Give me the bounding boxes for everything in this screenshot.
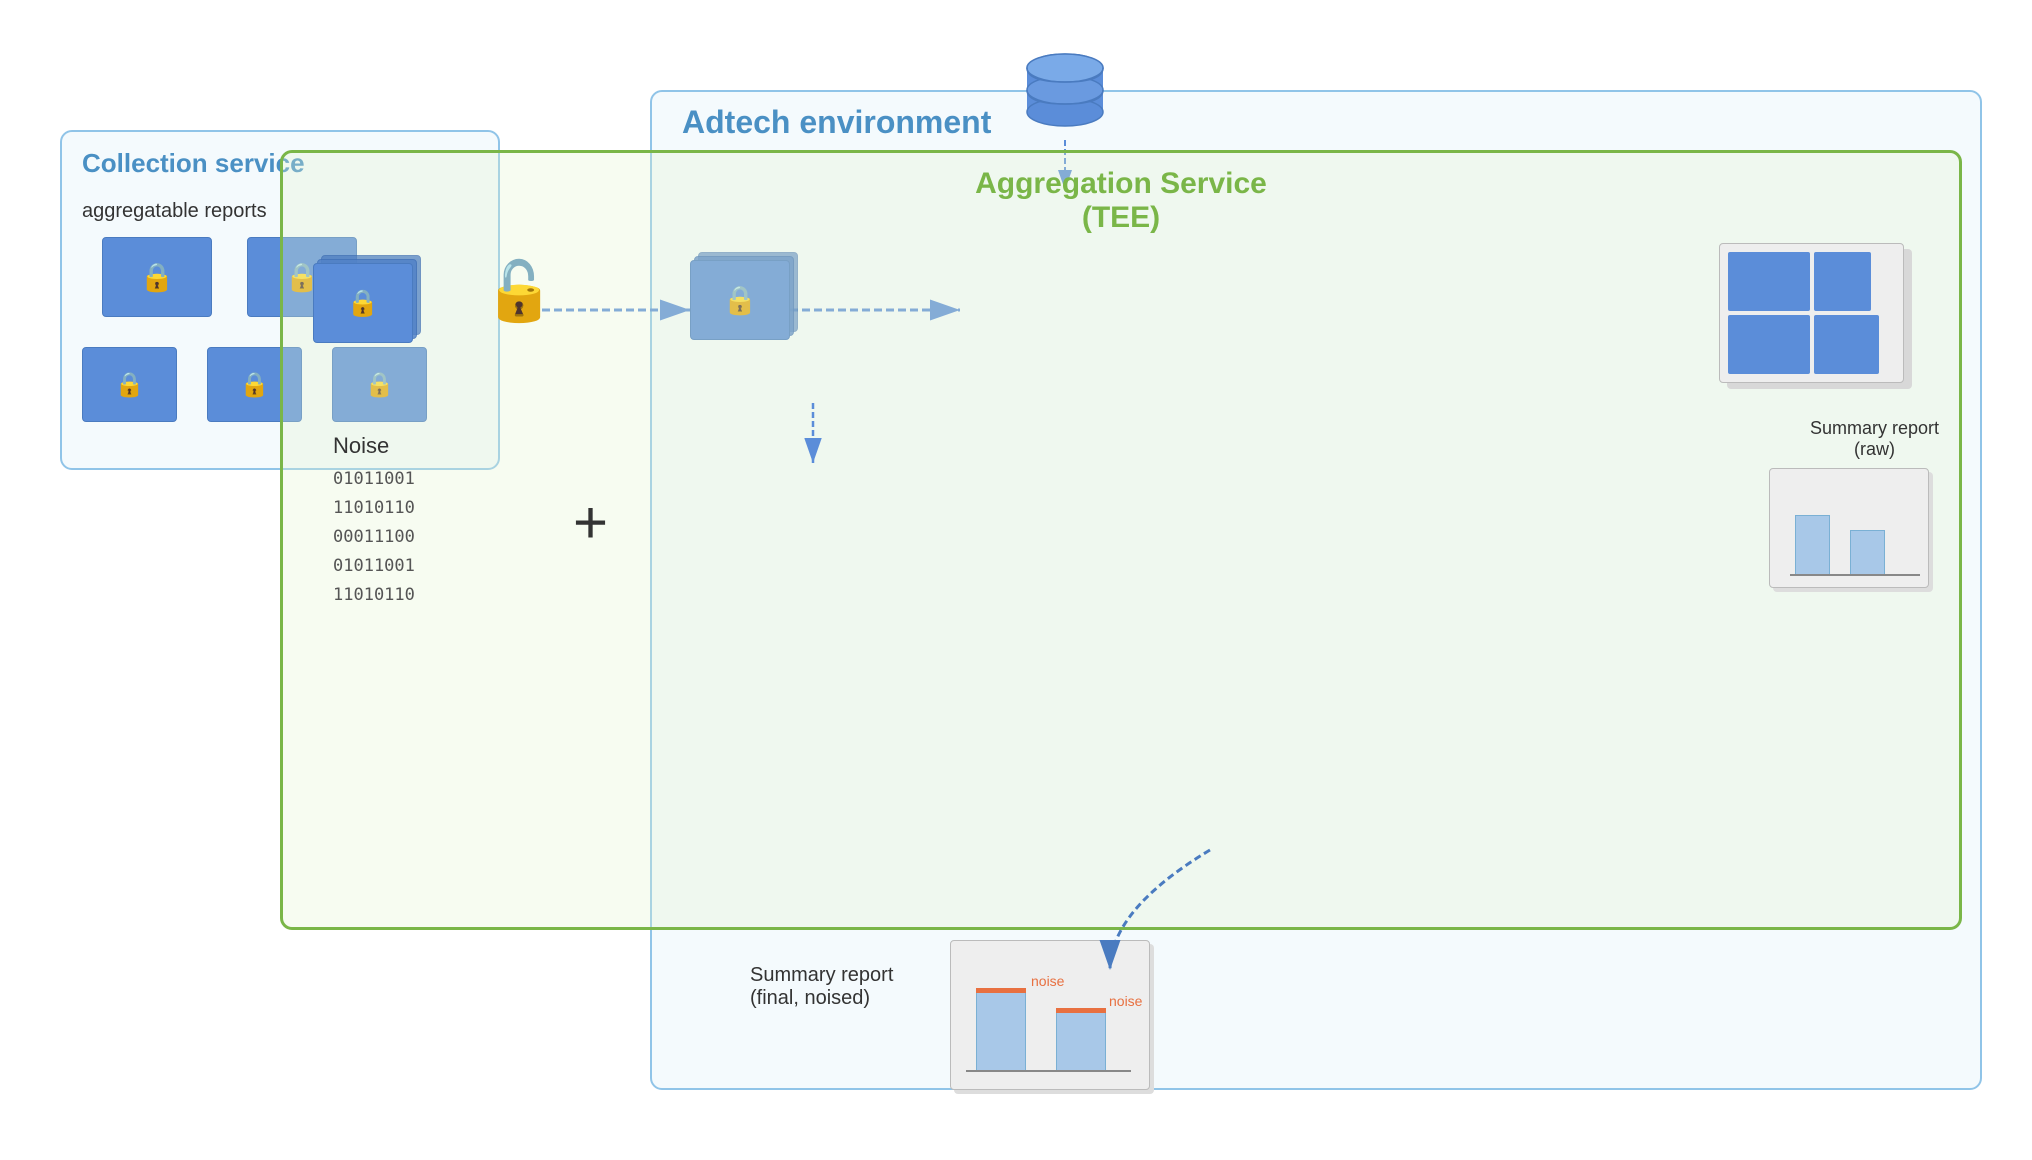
collection-service-label: Collection service [82, 148, 305, 179]
noise-label-2: noise [1109, 993, 1142, 1009]
diagram-container: Adtech environment Collection service ag… [30, 30, 2002, 1130]
plus-sign: + [573, 488, 608, 557]
locked-doc-1: 🔒 [102, 237, 212, 317]
summary-report-raw-paper [1769, 468, 1929, 588]
summary-report-final-paper: noise noise [950, 940, 1150, 1090]
open-lock-icon: 🔓 [483, 258, 555, 326]
database-icon [1020, 50, 1110, 145]
locked-doc-3: 🔒 [82, 347, 177, 422]
aggregation-service-label: Aggregation Service (TEE) [975, 167, 1267, 235]
noise-binary: 01011001 11010110 00011100 01011001 1101… [333, 465, 415, 609]
decrypted-docs-grid [1719, 243, 1919, 393]
noise-section: Noise 01011001 11010110 00011100 0101100… [333, 433, 415, 609]
aggregatable-reports-label: aggregatable reports [82, 200, 267, 223]
aggregation-tee-box: Aggregation Service (TEE) 🔒 🔓 [280, 150, 1962, 930]
summary-report-final-label: Summary report (final, noised) [750, 964, 893, 1010]
noise-label: Noise [333, 433, 415, 459]
summary-report-raw-label: Summary report (raw) [1810, 418, 1939, 460]
noise-label-1: noise [1031, 973, 1064, 989]
adtech-environment-label: Adtech environment [682, 104, 991, 141]
